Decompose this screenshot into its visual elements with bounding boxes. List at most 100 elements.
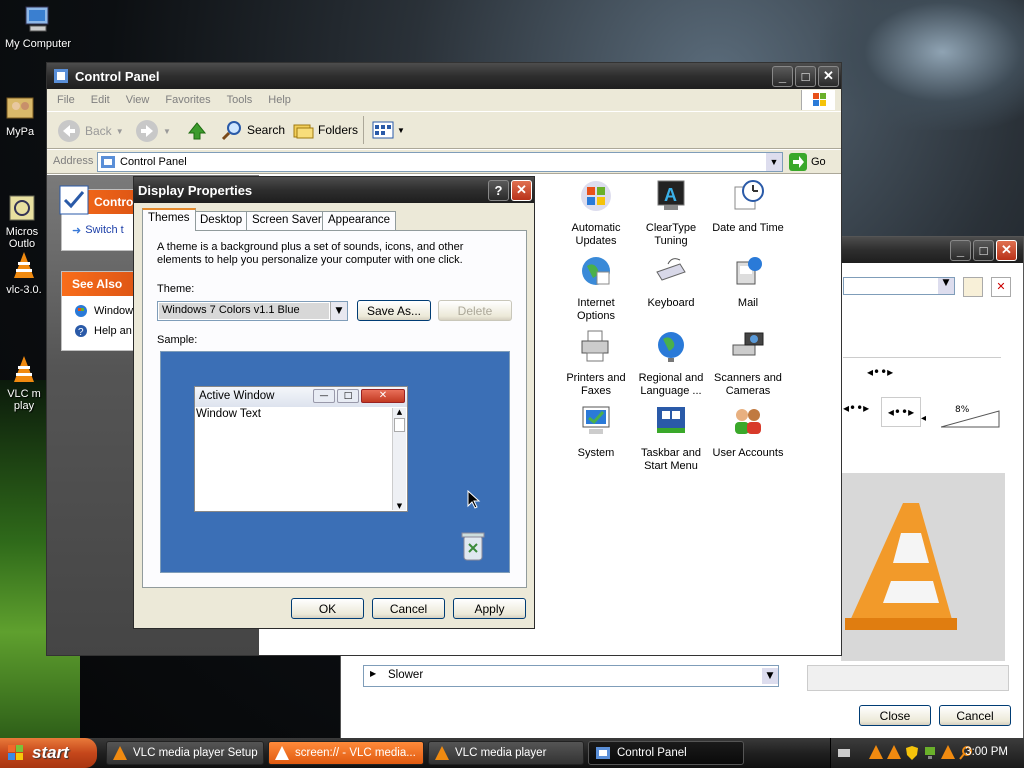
sample-window-text: Window Text	[196, 408, 261, 420]
vlc-dropdown[interactable]: ▼	[843, 277, 955, 295]
chevron-down-icon[interactable]: ▼	[163, 127, 171, 136]
cp-item-label: Automatic Updates	[571, 222, 621, 247]
switch-view-link[interactable]: ➜ Switch t	[72, 224, 124, 237]
cp-item-keyboard[interactable]: Keyboard	[633, 254, 709, 310]
tab-desktop[interactable]: Desktop	[194, 211, 249, 230]
menu-tools[interactable]: Tools	[227, 94, 261, 106]
cancel-button[interactable]: Cancel	[372, 598, 445, 619]
search-icon	[221, 121, 241, 141]
tab-screen-saver[interactable]: Screen Saver	[246, 211, 328, 230]
go-button[interactable]: Go	[789, 153, 826, 171]
chevron-down-icon[interactable]: ▼	[397, 126, 405, 135]
taskbar: start VLC media player Setup screen:// -…	[0, 738, 1024, 768]
cp-item-system[interactable]: System	[558, 404, 634, 460]
menu-file[interactable]: File	[57, 94, 83, 106]
cp-item-internet-options[interactable]: Internet Options	[558, 254, 634, 323]
cp-item-cleartype[interactable]: A ClearType Tuning	[633, 179, 709, 248]
menu-help[interactable]: Help	[268, 94, 299, 106]
cp-item-mail[interactable]: Mail	[708, 254, 788, 310]
system-tray: 3:00 PM	[830, 738, 1024, 768]
control-panel-icon	[58, 184, 90, 219]
maximize-button[interactable]: □	[795, 65, 816, 87]
vlc-cone-icon[interactable]	[941, 745, 955, 759]
shield-icon[interactable]	[905, 745, 919, 761]
themes-panel: A theme is a background plus a set of so…	[142, 230, 527, 588]
address-label: Address	[53, 155, 94, 167]
help-icon[interactable]: ?	[488, 179, 509, 201]
task-vlc-player[interactable]: VLC media player	[428, 741, 584, 765]
see-also-label: Help an	[94, 325, 132, 337]
maximize-button[interactable]: □	[973, 239, 994, 261]
svg-text:A: A	[664, 185, 677, 205]
address-value: Control Panel	[120, 156, 187, 168]
chevron-down-icon[interactable]: ▼	[938, 278, 954, 294]
cp-item-label: System	[577, 447, 615, 459]
chevron-down-icon[interactable]: ▼	[762, 668, 778, 684]
menu-edit[interactable]: Edit	[91, 94, 118, 106]
close-icon[interactable]: ✕	[996, 239, 1017, 261]
task-label: VLC media player Setup	[133, 747, 258, 759]
cp-item-scanners[interactable]: Scanners and Cameras	[708, 329, 788, 398]
cp-item-regional[interactable]: Regional and Language ...	[633, 329, 709, 398]
minimize-button[interactable]: _	[772, 65, 793, 87]
up-folder-icon[interactable]	[185, 119, 209, 146]
ok-button[interactable]: OK	[291, 598, 364, 619]
chevron-down-icon[interactable]: ▼	[766, 153, 782, 171]
toolbar: Back ▼ ▼ Search Folders ▼	[47, 111, 841, 149]
outlook-icon	[6, 180, 38, 221]
cp-item-user-accounts[interactable]: User Accounts	[708, 404, 788, 460]
theme-select[interactable]: Windows 7 Colors v1.1 Blue ▼	[157, 301, 348, 321]
vlc-cancel-button[interactable]: Cancel	[939, 705, 1011, 726]
chevron-down-icon[interactable]: ▼	[330, 302, 347, 320]
see-also-windows-update[interactable]: Window	[74, 304, 133, 318]
edit-icon[interactable]	[963, 277, 983, 297]
chevron-down-icon[interactable]: ▼	[116, 127, 124, 136]
network-icon[interactable]	[923, 745, 937, 761]
close-icon[interactable]: ✕	[511, 179, 532, 201]
vlc-cone-icon[interactable]	[869, 745, 883, 759]
save-as-button[interactable]: Save As...	[357, 300, 431, 321]
keyboard-layout-icon[interactable]	[837, 746, 851, 760]
clock[interactable]: 3:00 PM	[965, 746, 1008, 758]
cp-item-label: Date and Time	[712, 222, 784, 234]
control-panel-titlebar[interactable]: Control Panel _ □ ✕	[47, 63, 841, 89]
folders-icon	[293, 124, 314, 139]
arrows-button[interactable]: ◂••▸	[881, 397, 921, 427]
menu-view[interactable]: View	[126, 94, 158, 106]
desktop-icon-outlook[interactable]: Micros Outlo	[0, 168, 52, 262]
sample-active-window: Active Window — □ ✕ Window Text ▲ ▼	[194, 386, 408, 512]
arrow-icon: ➜	[72, 225, 82, 237]
delete-icon[interactable]: ✕	[991, 277, 1011, 297]
menu-favorites[interactable]: Favorites	[165, 94, 218, 106]
volume-slider[interactable]	[941, 409, 1001, 429]
start-button[interactable]: start	[0, 738, 97, 768]
address-bar: Address Control Panel ▼ Go	[47, 150, 841, 174]
folders-button[interactable]: Folders	[292, 119, 358, 141]
close-icon[interactable]: ✕	[818, 65, 839, 87]
address-input[interactable]: Control Panel ▼	[97, 152, 783, 172]
vlc-close-button[interactable]: Close	[859, 705, 931, 726]
dialog-titlebar[interactable]: Display Properties ? ✕	[134, 177, 534, 203]
desktop-icon-my-computer[interactable]: My Computer	[0, 4, 76, 50]
apply-button[interactable]: Apply	[453, 598, 526, 619]
cp-item-date-time[interactable]: Date and Time	[708, 179, 788, 235]
see-also-help[interactable]: ? Help an	[74, 324, 132, 338]
task-control-panel[interactable]: Control Panel	[588, 741, 744, 765]
vlc-cone-icon[interactable]	[887, 745, 901, 759]
speed-label: Slower	[388, 669, 424, 681]
desktop-icon-mypa[interactable]: MyPa	[0, 92, 50, 138]
tab-themes[interactable]: Themes	[142, 208, 196, 231]
delete-button[interactable]: Delete	[438, 300, 512, 321]
speed-combobox[interactable]: ▶ Slower ▼	[363, 665, 779, 687]
views-button[interactable]: ▼	[371, 119, 405, 141]
minimize-button[interactable]: _	[950, 239, 971, 261]
cp-item-automatic-updates[interactable]: Automatic Updates	[558, 179, 634, 248]
cp-item-taskbar[interactable]: Taskbar and Start Menu	[633, 404, 709, 473]
cp-item-printers[interactable]: Printers and Faxes	[558, 329, 634, 398]
task-vlc-screen[interactable]: screen:// - VLC media...	[268, 741, 424, 765]
task-vlc-setup[interactable]: VLC media player Setup	[106, 741, 264, 765]
back-button[interactable]: Back ▼	[57, 119, 124, 143]
tab-appearance[interactable]: Appearance	[322, 211, 397, 230]
forward-button[interactable]: ▼	[135, 119, 171, 143]
search-button[interactable]: Search	[221, 119, 285, 141]
